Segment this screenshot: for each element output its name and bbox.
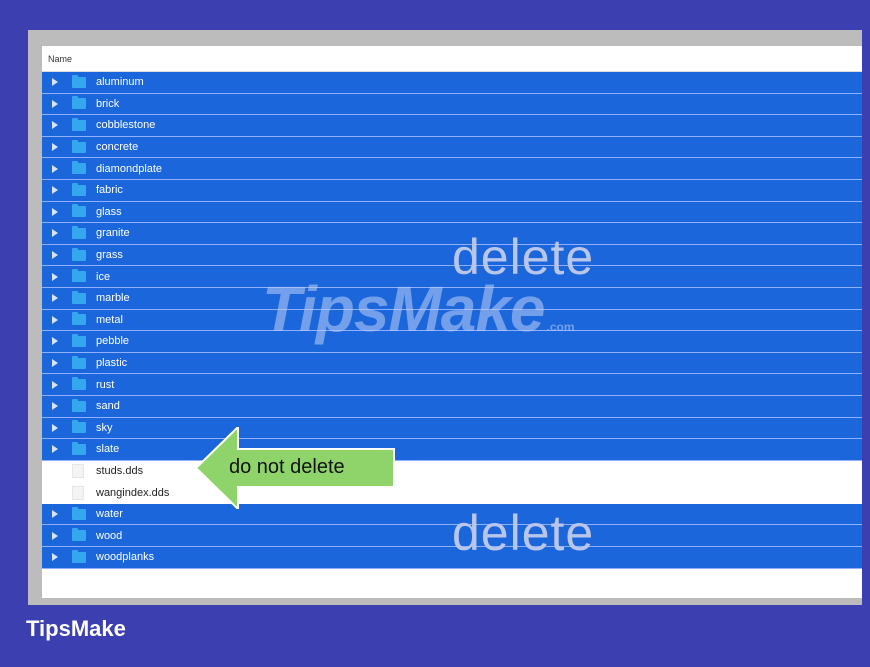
item-name: sky bbox=[96, 421, 113, 434]
item-name: wood bbox=[96, 529, 123, 542]
folder-icon bbox=[72, 204, 86, 218]
disclosure-triangle-icon[interactable] bbox=[52, 510, 58, 519]
item-name: sand bbox=[96, 400, 120, 413]
disclosure-triangle-icon[interactable] bbox=[52, 99, 58, 108]
item-name: glass bbox=[96, 205, 122, 218]
item-name: ice bbox=[96, 270, 111, 283]
folder-icon bbox=[72, 96, 86, 110]
folder-row[interactable]: aluminum bbox=[42, 72, 862, 94]
file-list: aluminum brick cobblestone concrete diamondp… bbox=[42, 72, 862, 569]
item-name: metal bbox=[96, 313, 123, 326]
folder-icon bbox=[72, 139, 86, 153]
disclosure-triangle-icon[interactable] bbox=[52, 315, 58, 324]
item-name: wangindex.dds bbox=[96, 486, 170, 499]
disclosure-triangle-icon[interactable] bbox=[52, 164, 58, 173]
folder-row[interactable]: marble bbox=[42, 287, 862, 310]
item-name: granite bbox=[96, 227, 130, 240]
item-name: diamondplate bbox=[96, 162, 163, 175]
do-not-delete-arrow: do not delete bbox=[194, 424, 396, 512]
disclosure-triangle-icon[interactable] bbox=[52, 229, 58, 238]
folder-row[interactable]: concrete bbox=[42, 136, 862, 159]
folder-icon bbox=[72, 549, 86, 563]
disclosure-triangle-icon[interactable] bbox=[52, 531, 58, 540]
disclosure-triangle-icon[interactable] bbox=[52, 272, 58, 281]
folder-icon bbox=[72, 269, 86, 283]
disclosure-triangle-icon[interactable] bbox=[52, 251, 58, 260]
folder-icon bbox=[72, 506, 86, 520]
file-icon bbox=[72, 463, 84, 478]
folder-icon bbox=[72, 74, 86, 88]
item-name: studs.dds bbox=[96, 464, 144, 477]
folder-icon bbox=[72, 117, 86, 131]
disclosure-triangle-icon[interactable] bbox=[52, 553, 58, 562]
folder-icon bbox=[72, 420, 86, 434]
folder-row[interactable]: fabric bbox=[42, 179, 862, 202]
folder-icon bbox=[72, 182, 86, 196]
name-column-header[interactable]: Name bbox=[42, 46, 862, 72]
folder-row[interactable]: woodplanks bbox=[42, 547, 862, 569]
folder-row[interactable]: sand bbox=[42, 395, 862, 418]
folder-row[interactable]: glass bbox=[42, 201, 862, 224]
disclosure-triangle-icon[interactable] bbox=[52, 207, 58, 216]
item-name: woodplanks bbox=[96, 551, 155, 564]
disclosure-triangle-icon[interactable] bbox=[52, 78, 58, 87]
folder-icon bbox=[72, 377, 86, 391]
item-name: plastic bbox=[96, 357, 128, 370]
finder-list-panel: Name aluminum brick cobblestone concrete dia… bbox=[42, 46, 862, 598]
folder-icon bbox=[72, 441, 86, 455]
folder-row[interactable]: rust bbox=[42, 374, 862, 396]
folder-icon bbox=[72, 225, 86, 239]
disclosure-triangle-icon[interactable] bbox=[52, 337, 58, 346]
folder-icon bbox=[72, 161, 86, 175]
folder-row[interactable]: grass bbox=[42, 244, 862, 267]
folder-icon bbox=[72, 528, 86, 542]
folder-row[interactable]: plastic bbox=[42, 352, 862, 375]
folder-row[interactable]: metal bbox=[42, 309, 862, 332]
folder-row[interactable]: sky bbox=[42, 417, 862, 440]
folder-icon bbox=[72, 333, 86, 347]
disclosure-triangle-icon[interactable] bbox=[52, 402, 58, 411]
folder-row[interactable]: slate bbox=[42, 439, 862, 461]
item-name: grass bbox=[96, 249, 123, 262]
item-name: fabric bbox=[96, 184, 123, 197]
folder-row[interactable]: ice bbox=[42, 266, 862, 288]
item-name: brick bbox=[96, 97, 120, 110]
folder-row[interactable]: granite bbox=[42, 223, 862, 245]
item-name: aluminum bbox=[96, 76, 144, 89]
folder-row[interactable]: brick bbox=[42, 93, 862, 116]
folder-icon bbox=[72, 355, 86, 369]
disclosure-triangle-icon[interactable] bbox=[52, 423, 58, 432]
folder-icon bbox=[72, 398, 86, 412]
disclosure-triangle-icon[interactable] bbox=[52, 294, 58, 303]
folder-icon bbox=[72, 290, 86, 304]
disclosure-triangle-icon[interactable] bbox=[52, 380, 58, 389]
file-icon bbox=[72, 485, 84, 500]
folder-icon bbox=[72, 247, 86, 261]
file-row[interactable]: studs.dds bbox=[42, 460, 862, 483]
folder-row[interactable]: wood bbox=[42, 525, 862, 548]
brand-footer: TipsMake bbox=[26, 616, 126, 641]
folder-row[interactable]: water bbox=[42, 503, 862, 526]
disclosure-triangle-icon[interactable] bbox=[52, 359, 58, 368]
item-name: concrete bbox=[96, 141, 139, 154]
disclosure-triangle-icon[interactable] bbox=[52, 445, 58, 454]
folder-icon bbox=[72, 312, 86, 326]
item-name: slate bbox=[96, 443, 120, 456]
file-row[interactable]: wangindex.dds bbox=[42, 482, 862, 504]
item-name: cobblestone bbox=[96, 119, 156, 132]
screenshot-frame: Name aluminum brick cobblestone concrete dia… bbox=[28, 30, 862, 605]
folder-row[interactable]: diamondplate bbox=[42, 158, 862, 180]
folder-row[interactable]: pebble bbox=[42, 331, 862, 353]
item-name: rust bbox=[96, 378, 115, 391]
disclosure-triangle-icon[interactable] bbox=[52, 143, 58, 152]
disclosure-triangle-icon[interactable] bbox=[52, 186, 58, 195]
item-name: marble bbox=[96, 292, 130, 305]
disclosure-triangle-icon[interactable] bbox=[52, 121, 58, 130]
item-name: water bbox=[96, 508, 123, 521]
folder-row[interactable]: cobblestone bbox=[42, 115, 862, 137]
item-name: pebble bbox=[96, 335, 130, 348]
do-not-delete-label: do not delete bbox=[229, 456, 345, 478]
